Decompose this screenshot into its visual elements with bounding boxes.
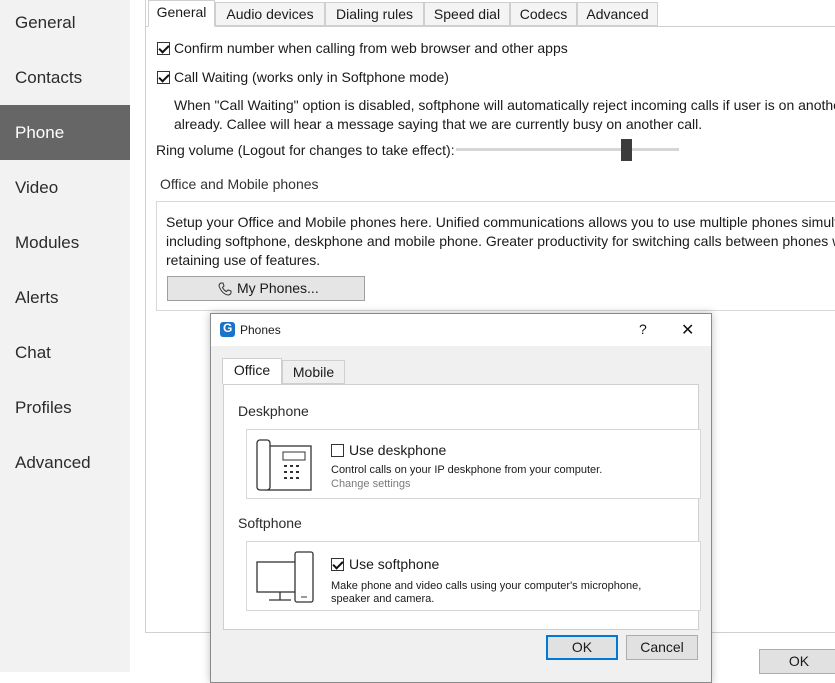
sidebar-item-profiles[interactable]: Profiles: [0, 380, 130, 435]
office-mobile-desc-line2: including softphone, deskphone and mobil…: [166, 233, 835, 249]
softphone-desc-line1: Make phone and video calls using your co…: [331, 580, 642, 592]
call-waiting-note-line1: When "Call Waiting" option is disabled, …: [174, 97, 835, 113]
deskphone-icon: [256, 439, 312, 491]
office-tab-panel: Deskphone Use deskphone Control calls on…: [223, 384, 701, 630]
dialog-ok-button[interactable]: OK: [546, 635, 618, 660]
tab-general[interactable]: General: [148, 0, 215, 27]
confirm-number-label: Confirm number when calling from web bro…: [174, 40, 568, 56]
tab-codecs[interactable]: Codecs: [510, 2, 577, 26]
help-icon[interactable]: ?: [639, 321, 647, 337]
office-mobile-heading: Office and Mobile phones: [160, 176, 319, 192]
main-ok-button[interactable]: OK: [759, 649, 835, 674]
sidebar-item-phone[interactable]: Phone: [0, 105, 130, 160]
call-waiting-checkbox[interactable]: [157, 71, 170, 84]
deskphone-heading: Deskphone: [238, 403, 309, 419]
dialog-cancel-button[interactable]: Cancel: [626, 635, 698, 660]
office-mobile-desc-line1: Setup your Office and Mobile phones here…: [166, 214, 835, 230]
phone-icon: [218, 282, 232, 296]
close-icon[interactable]: ✕: [681, 320, 694, 340]
deskphone-desc: Control calls on your IP deskphone from …: [331, 464, 603, 476]
ring-volume-slider-track[interactable]: [456, 148, 679, 151]
sidebar-item-modules[interactable]: Modules: [0, 215, 130, 270]
deskphone-card: Use deskphone Control calls on your IP d…: [246, 429, 701, 499]
my-phones-button-label: My Phones...: [237, 280, 319, 296]
dialog-tab-office[interactable]: Office: [222, 358, 282, 385]
ring-volume-label: Ring volume (Logout for changes to take …: [156, 142, 455, 158]
ring-volume-slider-thumb[interactable]: [621, 139, 632, 161]
use-deskphone-checkbox[interactable]: [331, 444, 344, 457]
use-softphone-checkbox[interactable]: [331, 558, 344, 571]
call-waiting-note-line2: already. Callee will hear a message sayi…: [174, 116, 703, 132]
change-settings-link[interactable]: Change settings: [331, 478, 411, 490]
sidebar: General Contacts Phone Video Modules Ale…: [0, 0, 130, 672]
dialog-tab-mobile[interactable]: Mobile: [282, 360, 345, 384]
use-softphone-label: Use softphone: [349, 556, 440, 572]
call-waiting-label: Call Waiting (works only in Softphone mo…: [174, 69, 449, 85]
softphone-heading: Softphone: [238, 515, 302, 531]
phones-dialog: Phones ? ✕ Office Mobile Deskphone Use d…: [210, 313, 712, 683]
app-logo-icon: [220, 321, 235, 337]
tab-strip-divider: [145, 26, 835, 27]
tab-advanced[interactable]: Advanced: [577, 2, 658, 26]
my-phones-button[interactable]: My Phones...: [167, 276, 365, 301]
sidebar-item-advanced[interactable]: Advanced: [0, 435, 130, 490]
dialog-titlebar: Phones ? ✕: [211, 314, 711, 346]
sidebar-item-contacts[interactable]: Contacts: [0, 50, 130, 105]
use-deskphone-label: Use deskphone: [349, 442, 447, 458]
sidebar-item-general[interactable]: General: [0, 0, 130, 50]
sidebar-item-alerts[interactable]: Alerts: [0, 270, 130, 325]
dialog-title: Phones: [240, 323, 281, 337]
softphone-desc-line2: speaker and camera.: [331, 593, 435, 605]
tab-dialing-rules[interactable]: Dialing rules: [325, 2, 424, 26]
tab-speed-dial[interactable]: Speed dial: [424, 2, 510, 26]
sidebar-item-video[interactable]: Video: [0, 160, 130, 215]
office-mobile-desc-line3: retaining use of features.: [166, 252, 321, 268]
sidebar-item-chat[interactable]: Chat: [0, 325, 130, 380]
softphone-icon: [256, 551, 314, 603]
softphone-card: Use softphone Make phone and video calls…: [246, 541, 701, 611]
tab-audio-devices[interactable]: Audio devices: [215, 2, 325, 26]
confirm-number-checkbox[interactable]: [157, 42, 170, 55]
